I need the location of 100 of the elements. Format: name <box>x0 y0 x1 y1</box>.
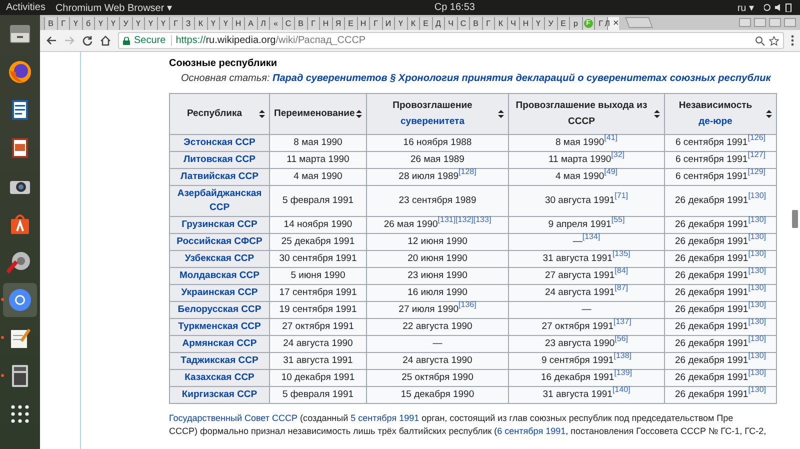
browser-tab[interactable]: Ү <box>132 17 144 30</box>
browser-tab[interactable]: Н <box>319 17 332 30</box>
column-header[interactable]: Республика <box>170 94 270 134</box>
browser-tab[interactable]: К <box>494 17 506 30</box>
fox-globe-icon[interactable] <box>7 59 33 85</box>
browser-tab[interactable]: В <box>44 17 56 30</box>
browser-tab[interactable]: Ү <box>219 17 232 30</box>
browser-tab[interactable]: Ч <box>444 17 456 30</box>
browser-tab[interactable]: « <box>269 17 282 30</box>
browser-tab[interactable]: К <box>406 17 419 30</box>
browser-tab[interactable]: С <box>456 17 469 30</box>
republic-link[interactable]: Казахская ССР <box>184 371 254 385</box>
table-cell: 24 августа 1990 <box>366 352 508 370</box>
browser-tab[interactable]: Н <box>232 17 244 30</box>
browser-tab[interactable]: Ү <box>156 17 169 30</box>
browser-tab[interactable]: Д <box>432 17 444 30</box>
browser-tab[interactable]: У <box>119 17 132 30</box>
menu-icon[interactable] <box>791 35 794 46</box>
sort-icon[interactable] <box>498 110 504 118</box>
browser-tab[interactable]: Ү <box>206 17 219 30</box>
republic-link[interactable]: Украинская ССР <box>181 286 258 300</box>
browser-tab[interactable]: Е <box>419 17 432 30</box>
table-cell: 24 августа 1991$^{[87]}$ <box>508 284 664 302</box>
gear-wrench-icon[interactable] <box>7 249 33 275</box>
browser-tab[interactable]: Н <box>519 17 532 30</box>
browser-tab[interactable]: Ү <box>394 17 406 30</box>
browser-tab[interactable]: С <box>282 17 294 30</box>
browser-tab[interactable]: З <box>182 17 194 30</box>
zoom-icon[interactable] <box>755 36 765 46</box>
reload-icon[interactable] <box>82 35 93 46</box>
browser-tab[interactable]: А <box>244 17 256 30</box>
keyboard-layout-menu[interactable]: ru ▾ <box>737 2 754 14</box>
republic-link[interactable]: Литовская ССР <box>183 153 256 167</box>
browser-tab[interactable]: Г <box>369 17 382 30</box>
scrollbar-thumb[interactable] <box>792 210 798 228</box>
republic-link[interactable]: Киргизская ССР <box>182 388 258 402</box>
browser-tab[interactable]: Ү <box>69 17 82 30</box>
republic-link[interactable]: Молдавская ССР <box>180 269 260 283</box>
star-icon[interactable] <box>769 36 779 46</box>
republic-link[interactable]: Армянская ССР <box>182 337 257 351</box>
browser-tab[interactable]: Я <box>332 17 344 30</box>
home-icon[interactable] <box>100 35 111 46</box>
browser-tab[interactable]: И <box>382 17 394 30</box>
header-link[interactable]: суверенитета <box>400 114 464 130</box>
clock[interactable]: Ср 16:53 <box>434 2 475 13</box>
app-menu[interactable]: Chromium Web Browser ▾ <box>55 2 172 14</box>
browser-tab[interactable]: Г <box>56 17 69 30</box>
table-cell: 12 июня 1990 <box>366 234 508 250</box>
address-bar[interactable]: Secure https://ru.wikipedia.org/wiki/Распад_СССР <box>118 32 784 49</box>
header-link[interactable]: де-юре <box>698 114 732 130</box>
browser-tab[interactable]: Ү <box>532 17 544 30</box>
browser-tab[interactable]: Ү <box>106 17 119 30</box>
browser-tab[interactable]: Ү <box>94 17 106 30</box>
table-cell: 5 июня 1990 <box>270 268 366 284</box>
browser-tab[interactable]: Е <box>556 17 569 30</box>
text-link[interactable]: 6 сентября 1991 <box>497 426 566 436</box>
republic-link[interactable]: Грузинская ССР <box>182 218 258 232</box>
browser-tab[interactable]: Л <box>256 17 269 30</box>
browser-tab[interactable]: В <box>294 17 306 30</box>
column-header[interactable]: Провозглашение выхода из СССР <box>508 94 664 134</box>
sort-icon[interactable] <box>259 110 265 118</box>
browser-tab[interactable]: Л × <box>606 17 619 30</box>
table-cell: 11 марта 1990 <box>270 152 366 168</box>
text-link[interactable]: Государственный Совет СССР <box>169 413 298 423</box>
close-tab-button[interactable]: × <box>610 18 622 29</box>
table-cell: 26 декабря 1991$^{[130]}$ <box>664 216 776 234</box>
browser-tab[interactable]: Г <box>306 17 319 30</box>
chromium-icon[interactable] <box>7 287 33 313</box>
republic-link[interactable]: Туркменская ССР <box>178 320 261 334</box>
browser-tab[interactable]: Н <box>356 17 369 30</box>
republic-link[interactable]: Эстонская ССР <box>184 136 256 150</box>
activities-button[interactable]: Activities <box>6 2 46 13</box>
browser-tab[interactable]: Ч <box>506 17 519 30</box>
main-article-link[interactable]: Парад суверенитетов § Хронология принятия деклараций о суверенитетах союзных республик <box>272 73 771 84</box>
browser-tab[interactable]: Г <box>169 17 182 30</box>
browser-tab[interactable]: К <box>194 17 206 30</box>
browser-tab[interactable]: б <box>82 17 94 30</box>
republic-link[interactable]: Латвийская ССР <box>180 170 258 184</box>
browser-tab[interactable]: Ү <box>144 17 156 30</box>
browser-tab[interactable]: р <box>569 17 582 30</box>
sort-icon[interactable] <box>654 110 660 118</box>
section-heading: Союзные республики <box>169 58 278 69</box>
system-tray-icons[interactable] <box>764 3 794 12</box>
browser-tab[interactable]: Г <box>482 17 494 30</box>
republic-link[interactable]: Белорусская ССР <box>178 303 262 317</box>
sort-icon[interactable] <box>766 110 772 118</box>
column-header[interactable]: Переименование <box>270 94 366 134</box>
text-link[interactable]: 5 сентября 1991 <box>350 413 420 423</box>
republic-link[interactable]: Узбекская ССР <box>184 252 254 266</box>
table-cell: 26 мая 1989 <box>366 152 508 168</box>
browser-tab[interactable]: Е <box>344 17 356 30</box>
column-header[interactable]: Провозглашение суверенитета <box>366 94 508 134</box>
sort-icon[interactable] <box>356 110 362 118</box>
republic-link[interactable]: Таджикская ССР <box>180 354 258 368</box>
browser-tab[interactable]: У <box>544 17 556 30</box>
browser-tab[interactable]: В <box>469 17 482 30</box>
column-header[interactable]: Независимость де-юре <box>664 94 776 134</box>
back-icon[interactable] <box>46 35 57 46</box>
republic-link[interactable]: Азербайджанская ССР <box>173 187 266 215</box>
republic-link[interactable]: Российская СФСР <box>176 235 262 249</box>
